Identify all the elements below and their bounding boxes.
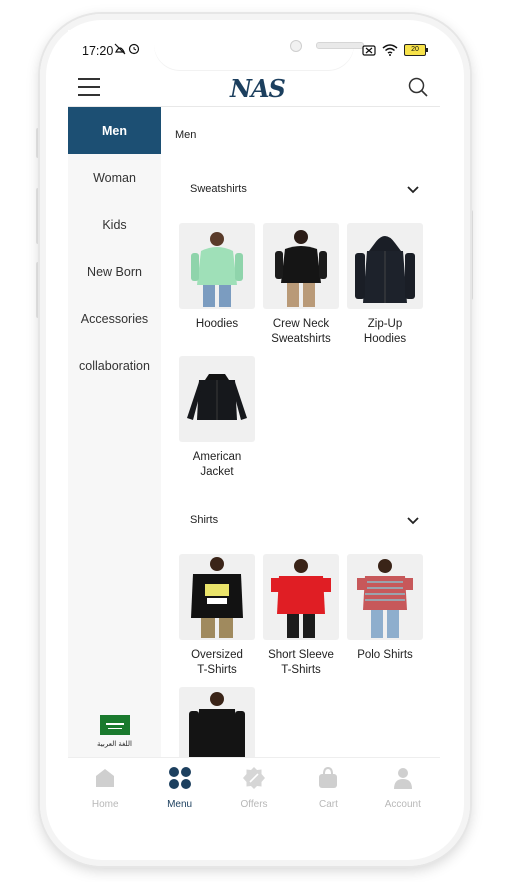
- category-tile-polo-shirts[interactable]: Polo Shirts: [347, 554, 423, 663]
- section-header-sweatshirts[interactable]: Sweatshirts: [161, 175, 440, 205]
- app-header: NAS: [68, 72, 440, 107]
- tab-label: Account: [384, 799, 421, 810]
- chevron-down-icon: [407, 186, 419, 194]
- product-thumbnail: [179, 223, 255, 309]
- product-thumbnail: [347, 223, 423, 309]
- brand-logo[interactable]: NAS: [230, 74, 286, 103]
- tile-label: Zip-Up Hoodies: [363, 318, 407, 345]
- tab-home[interactable]: Home: [68, 758, 142, 814]
- category-sidebar: Men Woman Kids New Born Accessories coll…: [68, 107, 161, 757]
- app-screen: 17:20 20 NAS Men Woman Kids New Born Acc…: [68, 30, 440, 814]
- product-thumbnail: [263, 223, 339, 309]
- user-icon: [393, 768, 412, 789]
- tile-label: Short Sleeve T-Shirts: [268, 649, 334, 676]
- camera-notch: [154, 30, 364, 70]
- sidebar-item-accessories[interactable]: Accessories: [68, 295, 161, 342]
- sidebar-item-men[interactable]: Men: [68, 107, 161, 154]
- tab-label: Menu: [167, 799, 193, 810]
- category-content: Men Sweatshirts Hoodies Crew Neck Sweats…: [161, 107, 440, 773]
- tab-label: Offers: [240, 799, 268, 810]
- status-notification-icons: [114, 43, 144, 58]
- mute-alarm-icon: [114, 43, 140, 55]
- product-thumbnail: [263, 554, 339, 640]
- tile-label: American Jacket: [192, 451, 242, 478]
- breadcrumb: Men: [175, 129, 197, 141]
- grid-menu-icon: [168, 767, 191, 789]
- tile-label: Crew Neck Sweatshirts: [271, 318, 331, 345]
- tile-label: Polo Shirts: [357, 649, 413, 661]
- sidebar-item-new-born[interactable]: New Born: [68, 248, 161, 295]
- front-camera: [290, 40, 302, 52]
- sidebar-item-collaboration[interactable]: collaboration: [68, 342, 161, 389]
- category-tile-short-sleeve-t-shirts[interactable]: Short Sleeve T-Shirts: [263, 554, 339, 678]
- saudi-flag-icon: [99, 715, 130, 735]
- tile-label: Hoodies: [195, 318, 239, 330]
- status-bar: 17:20 20: [68, 30, 440, 72]
- status-system-icons: 20: [362, 44, 428, 56]
- product-thumbnail: [179, 356, 255, 442]
- tab-menu[interactable]: Menu: [142, 758, 216, 814]
- wifi-icon: [382, 44, 398, 56]
- offers-badge-icon: [243, 767, 266, 789]
- tab-label: Cart: [318, 799, 338, 810]
- category-tile-american-jacket[interactable]: American Jacket: [179, 356, 255, 480]
- language-switch[interactable]: اللغة العربية: [68, 715, 161, 748]
- tab-cart[interactable]: Cart: [291, 758, 365, 814]
- product-thumbnail: [179, 554, 255, 640]
- tab-label: Home: [91, 799, 119, 810]
- sidebar-item-kids[interactable]: Kids: [68, 201, 161, 248]
- tab-offers[interactable]: Offers: [217, 758, 291, 814]
- bottom-tab-bar: Home Menu Offers Cart Account: [68, 757, 440, 814]
- shopping-bag-icon: [319, 766, 338, 788]
- earpiece-speaker: [316, 42, 364, 49]
- category-tile-crew-neck-sweatshirts[interactable]: Crew Neck Sweatshirts: [263, 223, 339, 347]
- section-header-shirts[interactable]: Shirts: [161, 506, 440, 536]
- sidebar-item-woman[interactable]: Woman: [68, 154, 161, 201]
- tile-label: Oversized T-Shirts: [191, 649, 243, 676]
- category-tile-zip-up-hoodies[interactable]: Zip-Up Hoodies: [347, 223, 423, 347]
- language-label: اللغة العربية: [97, 740, 132, 748]
- status-time: 17:20: [82, 44, 114, 58]
- tab-account[interactable]: Account: [366, 758, 440, 814]
- section-title: Sweatshirts: [190, 183, 247, 195]
- battery-icon: 20: [404, 44, 428, 56]
- product-thumbnail: [347, 554, 423, 640]
- chevron-down-icon: [407, 517, 419, 525]
- no-sim-icon: [362, 44, 376, 56]
- category-tile-oversized-t-shirts[interactable]: Oversized T-Shirts: [179, 554, 255, 678]
- hamburger-menu-icon[interactable]: [78, 78, 100, 96]
- search-icon[interactable]: [408, 77, 428, 97]
- section-title: Shirts: [190, 514, 219, 526]
- home-icon: [96, 769, 115, 787]
- category-tile-hoodies[interactable]: Hoodies: [179, 223, 255, 332]
